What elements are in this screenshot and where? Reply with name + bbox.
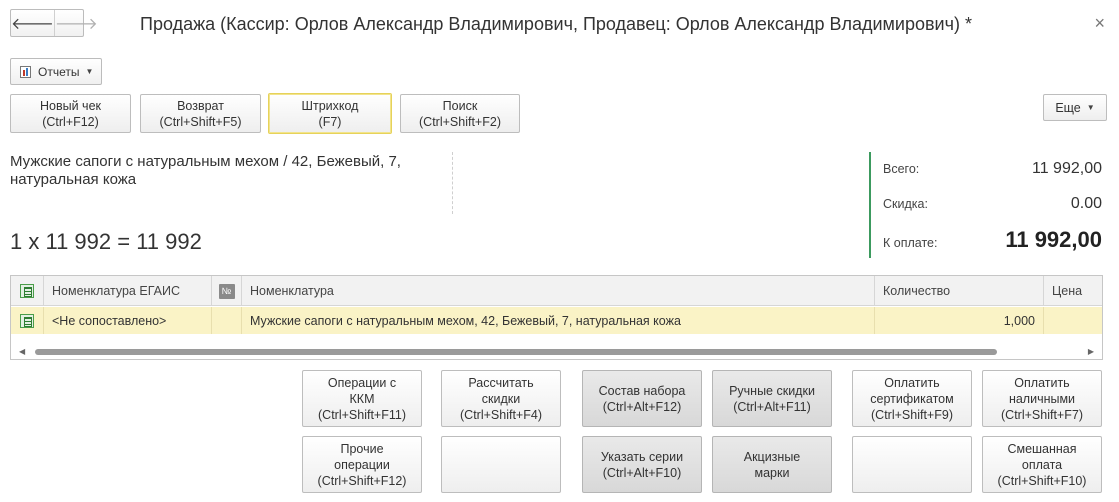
button-label: Новый чек (40, 98, 101, 113)
button-line: Оплатить (884, 375, 940, 390)
button-shortcut: (Ctrl+Shift+F4) (460, 407, 542, 422)
divider (452, 152, 453, 214)
back-arrow-icon[interactable]: 🡐 (11, 10, 54, 36)
button-line: марки (754, 465, 790, 480)
button-line: сертификатом (870, 391, 954, 406)
empty-button[interactable] (441, 436, 561, 493)
button-line: Ручные скидки (729, 383, 815, 398)
button-line: операции (334, 457, 390, 472)
forward-arrow-icon[interactable]: 🡒 (53, 10, 98, 36)
return-button[interactable]: Возврат (Ctrl+Shift+F5) (140, 94, 261, 133)
column-header-quantity[interactable]: Количество (875, 276, 1044, 306)
button-line: оплата (1021, 457, 1063, 472)
button-line: Оплатить (1014, 375, 1070, 390)
button-shortcut: (Ctrl+Shift+F11) (318, 407, 406, 422)
barcode-button[interactable]: Штрихкод (F7) (268, 93, 392, 134)
new-check-button[interactable]: Новый чек (Ctrl+F12) (10, 94, 131, 133)
button-shortcut: (Ctrl+F12) (42, 114, 99, 129)
column-header-egais[interactable]: Номенклатура ЕГАИС (44, 276, 212, 306)
pay-cash-button[interactable]: Оплатить наличными (Ctrl+Shift+F7) (982, 370, 1102, 427)
button-line: скидки (481, 391, 521, 406)
discount-label: Скидка: (883, 197, 928, 211)
excise-marks-button[interactable]: Акцизные марки (712, 436, 832, 493)
other-operations-button[interactable]: Прочие операции (Ctrl+Shift+F12) (302, 436, 422, 493)
button-shortcut: (Ctrl+Shift+F10) (997, 473, 1087, 488)
calculate-discounts-button[interactable]: Рассчитать скидки (Ctrl+Shift+F4) (441, 370, 561, 427)
scroll-left-icon[interactable]: ◀ (19, 347, 25, 356)
discount-row: Скидка: 0.00 (883, 195, 1102, 213)
row-egais-icon-cell (11, 307, 44, 334)
total-row: Всего: 11 992,00 (883, 160, 1102, 178)
button-label: Поиск (442, 98, 478, 113)
button-line: Прочие (340, 441, 384, 456)
search-button[interactable]: Поиск (Ctrl+Shift+F2) (400, 94, 520, 133)
horizontal-scrollbar[interactable]: ◀ ▶ (11, 345, 1102, 359)
scroll-right-icon[interactable]: ▶ (1088, 347, 1094, 356)
button-shortcut: (F7) (318, 114, 342, 129)
total-label: Всего: (883, 162, 920, 176)
button-line: ККМ (349, 391, 375, 406)
navigation-arrows: 🡐 🡒 (10, 9, 98, 37)
manual-discounts-button[interactable]: Ручные скидки (Ctrl+Alt+F11) (712, 370, 832, 427)
cell-egais[interactable]: <Не сопоставлено> (44, 307, 212, 334)
button-line: Смешанная (1007, 441, 1077, 456)
item-calculation: 1 x 11 992 = 11 992 (10, 229, 202, 254)
set-composition-button[interactable]: Состав набора (Ctrl+Alt+F12) (582, 370, 702, 427)
scrollbar-thumb[interactable] (35, 349, 997, 355)
column-header-nomenclature[interactable]: Номенклатура (242, 276, 875, 306)
button-line: Рассчитать (468, 375, 534, 390)
close-icon[interactable]: × (1094, 13, 1105, 34)
cell-nomenclature[interactable]: Мужские сапоги с натуральным мехом, 42, … (242, 307, 875, 334)
button-shortcut: (Ctrl+Alt+F10) (602, 465, 682, 480)
egais-icon (20, 313, 34, 328)
column-header-number[interactable]: № (212, 276, 242, 306)
to-pay-row: К оплате: 11 992,00 (883, 227, 1102, 253)
egais-icon (20, 284, 34, 298)
window-title: Продажа (Кассир: Орлов Александр Владими… (140, 14, 972, 34)
totals-panel: Всего: 11 992,00 Скидка: 0.00 К оплате: … (869, 152, 1109, 258)
cell-price[interactable] (1044, 307, 1104, 334)
egais-column-icon[interactable] (11, 276, 44, 306)
discount-value: 0.00 (1070, 195, 1102, 212)
more-button[interactable]: Еще ▼ (1043, 94, 1107, 121)
current-item-name: Мужские сапоги с натуральным мехом / 42,… (10, 153, 401, 188)
button-shortcut: (Ctrl+Shift+F2) (419, 114, 501, 129)
chevron-down-icon: ▼ (1086, 102, 1095, 112)
more-label: Еще (1055, 100, 1081, 115)
button-line: Операции с (327, 375, 397, 390)
mixed-payment-button[interactable]: Смешанная оплата (Ctrl+Shift+F10) (982, 436, 1102, 493)
button-shortcut: (Ctrl+Alt+F12) (602, 399, 682, 414)
chevron-down-icon: ▼ (85, 67, 94, 76)
button-line: Акцизные (743, 449, 801, 464)
kkm-operations-button[interactable]: Операции с ККМ (Ctrl+Shift+F11) (302, 370, 422, 427)
button-shortcut: (Ctrl+Alt+F11) (733, 399, 811, 414)
cell-quantity[interactable]: 1,000 (875, 307, 1044, 334)
table-header: Номенклатура ЕГАИС № Номенклатура Количе… (11, 276, 1102, 306)
button-line: Состав набора (598, 383, 686, 398)
table-row[interactable]: <Не сопоставлено> Мужские сапоги с натур… (11, 307, 1102, 334)
items-table: Номенклатура ЕГАИС № Номенклатура Количе… (10, 275, 1103, 360)
to-pay-value: 11 992,00 (1005, 227, 1102, 252)
button-line: наличными (1008, 391, 1076, 406)
button-shortcut: (Ctrl+Shift+F12) (317, 473, 407, 488)
cell-number[interactable] (212, 307, 242, 334)
button-label: Возврат (177, 98, 224, 113)
empty-button[interactable] (852, 436, 972, 493)
pay-certificate-button[interactable]: Оплатить сертификатом (Ctrl+Shift+F9) (852, 370, 972, 427)
reports-button[interactable]: Отчеты ▼ (10, 58, 102, 85)
button-shortcut: (Ctrl+Shift+F9) (871, 407, 953, 422)
reports-label: Отчеты (38, 64, 80, 79)
total-value: 11 992,00 (1032, 160, 1102, 177)
button-shortcut: (Ctrl+Shift+F5) (159, 114, 242, 129)
to-pay-label: К оплате: (883, 236, 938, 250)
button-shortcut: (Ctrl+Shift+F7) (1001, 407, 1083, 422)
number-icon: № (218, 283, 235, 299)
button-line: Указать серии (600, 449, 684, 464)
specify-series-button[interactable]: Указать серии (Ctrl+Alt+F10) (582, 436, 702, 493)
button-label: Штрихкод (301, 98, 359, 113)
report-icon (20, 65, 31, 78)
column-header-price[interactable]: Цена (1044, 276, 1104, 306)
